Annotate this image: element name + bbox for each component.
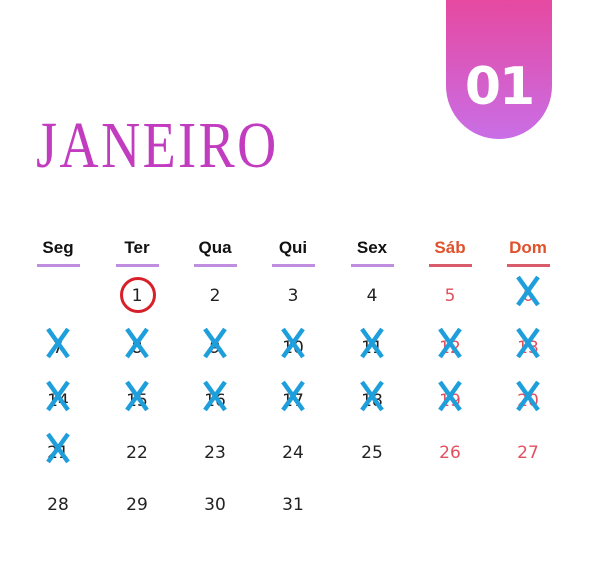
day-number: 24: [282, 443, 304, 463]
calendar-day-13[interactable]: 13: [508, 327, 548, 359]
day-number: 6: [522, 286, 534, 306]
calendar-day-27[interactable]: 27: [508, 443, 548, 463]
calendar-day-17[interactable]: 17: [273, 380, 313, 412]
calendar-day-2[interactable]: 2: [195, 286, 235, 306]
calendar-day-14[interactable]: 14: [38, 380, 78, 412]
weekday-underline: [115, 264, 159, 267]
day-number: 26: [439, 443, 461, 463]
day-number: 28: [47, 495, 69, 515]
calendar-day-1[interactable]: 1: [117, 277, 157, 313]
weekday-header-seg: Seg: [28, 238, 88, 267]
month-title: JANEIRO: [36, 109, 279, 182]
calendar-day-23[interactable]: 23: [195, 443, 235, 463]
day-number: 23: [204, 443, 226, 463]
weekday-header-sex: Sex: [342, 238, 402, 267]
day-number: 30: [204, 495, 226, 515]
calendar-day-25[interactable]: 25: [352, 443, 392, 463]
weekday-label: Qua: [198, 238, 232, 257]
day-number: 8: [131, 338, 143, 358]
day-number: 10: [282, 338, 304, 358]
day-number: 5: [444, 286, 456, 306]
day-number: 4: [366, 286, 378, 306]
day-number: 11: [361, 338, 383, 358]
weekday-header-ter: Ter: [107, 238, 167, 267]
day-number: 19: [439, 391, 461, 411]
weekday-label: Sex: [356, 238, 388, 257]
calendar-day-6[interactable]: 6: [508, 275, 548, 307]
day-number: 27: [517, 443, 539, 463]
weekday-label: Ter: [124, 238, 150, 257]
weekday-header-qui: Qui: [263, 238, 323, 267]
circle-mark-icon: [120, 277, 156, 313]
calendar-day-18[interactable]: 18: [352, 380, 392, 412]
day-number: 14: [47, 391, 69, 411]
day-number: 16: [204, 391, 226, 411]
weekday-label: Qui: [278, 238, 308, 257]
weekday-header-sáb: Sáb: [420, 238, 480, 267]
day-number: 13: [517, 338, 539, 358]
calendar-day-28[interactable]: 28: [38, 495, 78, 515]
weekday-label: Dom: [509, 238, 547, 257]
calendar-day-7[interactable]: 7: [38, 327, 78, 359]
calendar-day-22[interactable]: 22: [117, 443, 157, 463]
calendar-day-4[interactable]: 4: [352, 286, 392, 306]
day-number: 17: [282, 391, 304, 411]
calendar-day-15[interactable]: 15: [117, 380, 157, 412]
month-number: 01: [464, 57, 535, 117]
calendar-day-29[interactable]: 29: [117, 495, 157, 515]
weekday-label: Seg: [42, 238, 74, 257]
day-number: 15: [126, 391, 148, 411]
calendar-day-5[interactable]: 5: [430, 286, 470, 306]
calendar-day-10[interactable]: 10: [273, 327, 313, 359]
calendar-day-21[interactable]: 21: [38, 432, 78, 464]
day-number: 12: [439, 338, 461, 358]
calendar-day-24[interactable]: 24: [273, 443, 313, 463]
weekday-underline: [428, 264, 472, 267]
day-number: 20: [517, 391, 539, 411]
weekday-header-dom: Dom: [498, 238, 558, 267]
day-number: 3: [287, 286, 299, 306]
day-number: 22: [126, 443, 148, 463]
day-number: 31: [282, 495, 304, 515]
day-number: 7: [52, 338, 64, 358]
day-number: 18: [361, 391, 383, 411]
weekday-header-qua: Qua: [185, 238, 245, 267]
weekday-underline: [271, 264, 315, 267]
calendar-day-8[interactable]: 8: [117, 327, 157, 359]
calendar-day-3[interactable]: 3: [273, 286, 313, 306]
day-number: 21: [47, 443, 69, 463]
calendar-day-12[interactable]: 12: [430, 327, 470, 359]
calendar-day-16[interactable]: 16: [195, 380, 235, 412]
weekday-label: Sáb: [434, 238, 466, 257]
calendar-day-26[interactable]: 26: [430, 443, 470, 463]
day-number: 25: [361, 443, 383, 463]
day-number: 29: [126, 495, 148, 515]
calendar-day-20[interactable]: 20: [508, 380, 548, 412]
weekday-underline: [36, 264, 80, 267]
weekday-underline: [350, 264, 394, 267]
calendar-day-11[interactable]: 11: [352, 327, 392, 359]
calendar-day-9[interactable]: 9: [195, 327, 235, 359]
calendar-day-31[interactable]: 31: [273, 495, 313, 515]
weekday-underline: [506, 264, 550, 267]
calendar-day-30[interactable]: 30: [195, 495, 235, 515]
month-number-badge: 01: [446, 0, 552, 139]
calendar-day-19[interactable]: 19: [430, 380, 470, 412]
day-number: 9: [209, 338, 221, 358]
day-number: 2: [209, 286, 221, 306]
weekday-underline: [193, 264, 237, 267]
